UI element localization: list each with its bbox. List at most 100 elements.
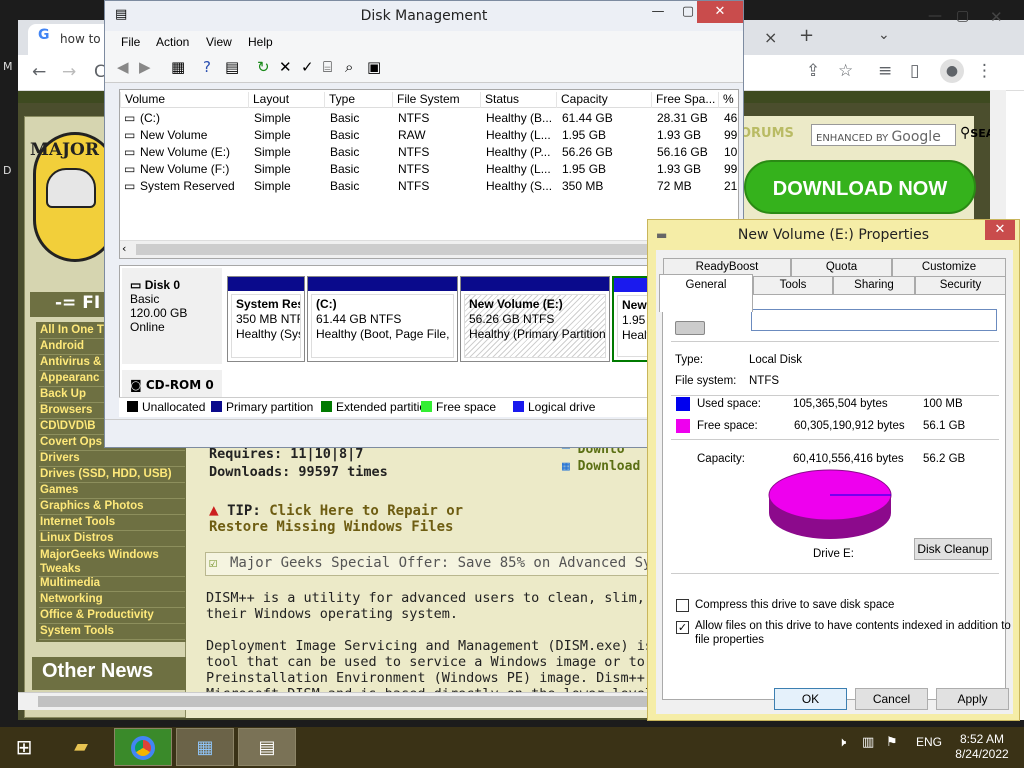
- maximize-button[interactable]: ▢: [956, 8, 969, 24]
- back-arrow-icon[interactable]: ◀: [117, 57, 129, 77]
- tab-search-button[interactable]: ⌄: [878, 27, 890, 43]
- volume-row[interactable]: ▭ New Volume Simple Basic RAW Healthy (L... 1.…: [120, 127, 738, 144]
- system-clock[interactable]: 8:52 AM 8/24/2022: [952, 732, 1012, 762]
- forums-link[interactable]: ORUMS: [740, 126, 794, 141]
- profile-avatar[interactable]: ●: [940, 59, 964, 83]
- volume-row[interactable]: ▭ New Volume (F:) Simple Basic NTFS Healthy (…: [120, 161, 738, 178]
- forward-button[interactable]: →: [62, 62, 76, 82]
- column-header[interactable]: Free Spa...: [651, 92, 715, 108]
- close-button[interactable]: ✕: [990, 8, 1003, 26]
- category-link[interactable]: Linux Distros: [39, 532, 185, 547]
- partition-c[interactable]: (C:) 61.44 GB NTFS Healthy (Boot, Page Fil…: [307, 276, 458, 362]
- minimize-button[interactable]: —: [928, 8, 942, 24]
- volume-cell-type: Basic: [330, 111, 360, 125]
- category-link[interactable]: Drives (SSD, HDD, USB): [39, 468, 185, 483]
- volume-muted-icon[interactable]: 🕨: [838, 735, 846, 750]
- column-header[interactable]: %: [718, 92, 734, 108]
- cancel-button[interactable]: Cancel: [855, 688, 928, 710]
- open-folder-icon[interactable]: ⌸: [323, 57, 332, 77]
- delete-icon[interactable]: ✕: [279, 57, 292, 77]
- chrome-taskbar-icon[interactable]: [114, 728, 172, 766]
- category-link[interactable]: Office & Productivity: [39, 609, 185, 624]
- close-button[interactable]: ✕: [697, 1, 743, 23]
- menu-kebab-icon[interactable]: ⋮: [976, 61, 993, 81]
- category-link[interactable]: Drivers: [39, 452, 185, 467]
- tab-quota[interactable]: Quota: [791, 258, 892, 276]
- share-icon[interactable]: ⇪: [806, 61, 820, 81]
- column-header[interactable]: File System: [392, 92, 460, 108]
- download-now-button[interactable]: DOWNLOAD NOW: [744, 160, 976, 214]
- category-link[interactable]: Internet Tools: [39, 516, 185, 531]
- new-tab-button[interactable]: +: [799, 25, 814, 46]
- disk-cleanup-button[interactable]: Disk Cleanup: [914, 538, 992, 560]
- category-link[interactable]: System Tools: [39, 625, 185, 640]
- column-header[interactable]: Status: [480, 92, 519, 108]
- category-link[interactable]: Networking: [39, 593, 185, 608]
- tab-sharing[interactable]: Sharing: [833, 276, 915, 294]
- list-horizontal-scrollbar[interactable]: ‹: [120, 240, 738, 258]
- scroll-left-icon[interactable]: ‹: [122, 242, 126, 255]
- scrollbar-thumb[interactable]: [38, 696, 658, 707]
- volume-label-input[interactable]: [751, 309, 997, 331]
- category-link[interactable]: Multimedia: [39, 577, 185, 592]
- network-icon[interactable]: ▥: [862, 735, 874, 750]
- column-header[interactable]: Volume: [120, 92, 165, 108]
- category-link[interactable]: MajorGeeks Windows Tweaks: [39, 548, 185, 577]
- legend-label: Primary partition: [226, 400, 314, 414]
- menu-file[interactable]: File: [121, 35, 140, 49]
- forward-arrow-icon[interactable]: ▶: [139, 57, 151, 77]
- disk-management-taskbar-icon[interactable]: ▤: [238, 728, 296, 766]
- control-panel-taskbar-icon[interactable]: ▦: [176, 728, 234, 766]
- column-header[interactable]: Layout: [248, 92, 289, 108]
- category-link[interactable]: Graphics & Photos: [39, 500, 185, 515]
- side-panel-icon[interactable]: ▯: [910, 61, 919, 81]
- settings-icon[interactable]: ▣: [367, 57, 381, 77]
- help-icon[interactable]: ?: [203, 57, 211, 77]
- tab-close-button[interactable]: ×: [764, 28, 777, 47]
- refresh-icon[interactable]: ↻: [257, 57, 270, 77]
- repair-link[interactable]: Click Here to Repair or: [269, 503, 463, 519]
- apply-button[interactable]: Apply: [936, 688, 1009, 710]
- partition-e-selected[interactable]: New Volume (E:) 56.26 GB NTFS Healthy (Pri…: [460, 276, 610, 362]
- scrollbar-thumb[interactable]: [136, 244, 676, 255]
- tab-customize[interactable]: Customize: [892, 258, 1006, 276]
- start-button[interactable]: ⊞: [0, 728, 48, 766]
- menu-help[interactable]: Help: [248, 35, 273, 49]
- file-explorer-taskbar-icon[interactable]: ▰: [52, 728, 110, 766]
- taskbar: ⊞ ▰ ▦ ▤ 🕨 ▥ ⚑ ENG 8:52 AM 8/24/2022: [0, 727, 1024, 768]
- tab-tools[interactable]: Tools: [753, 276, 833, 294]
- special-offer-banner[interactable]: ☑ Major Geeks Special Offer: Save 85% on…: [205, 552, 648, 576]
- minimize-button[interactable]: —: [641, 1, 675, 23]
- cdrom-0-info[interactable]: ◙ CD-ROM 0: [122, 370, 222, 400]
- reading-list-icon[interactable]: ≡: [878, 61, 892, 81]
- menu-view[interactable]: View: [206, 35, 232, 49]
- close-button[interactable]: ✕: [985, 220, 1015, 240]
- disk-name: ▭ Disk 0: [130, 278, 181, 292]
- search-icon[interactable]: ⌕: [345, 57, 353, 77]
- google-search-box[interactable]: ENHANCED BY Google: [811, 124, 956, 146]
- menu-action[interactable]: Action: [156, 35, 189, 49]
- volume-row[interactable]: ▭ System Reserved Simple Basic NTFS Healthy (…: [120, 178, 738, 195]
- partition-system-reserved[interactable]: System Res 350 MB NTF Healthy (Sys: [227, 276, 305, 362]
- download-link-2[interactable]: ▦ Download: [562, 459, 652, 474]
- column-header[interactable]: Capacity: [556, 92, 608, 108]
- bookmark-star-icon[interactable]: ☆: [838, 61, 853, 81]
- category-link[interactable]: Games: [39, 484, 185, 499]
- index-checkbox[interactable]: ✓: [676, 621, 689, 634]
- ok-button[interactable]: OK: [774, 688, 847, 710]
- volume-row[interactable]: ▭ (C:) Simple Basic NTFS Healthy (B... 61.44 G…: [120, 110, 738, 127]
- compress-label: Compress this drive to save disk space: [695, 599, 895, 611]
- column-header[interactable]: Type: [324, 92, 355, 108]
- console-tree-icon[interactable]: ▦: [171, 57, 185, 77]
- tab-security[interactable]: Security: [915, 276, 1006, 294]
- disk-0-info[interactable]: ▭ Disk 0 Basic 120.00 GB Online: [122, 268, 222, 364]
- volume-row[interactable]: ▭ New Volume (E:) Simple Basic NTFS Healthy (…: [120, 144, 738, 161]
- tab-general[interactable]: General: [659, 274, 753, 312]
- compress-checkbox[interactable]: [676, 599, 689, 612]
- check-icon[interactable]: ✓: [301, 57, 314, 77]
- properties-icon[interactable]: ▤: [225, 57, 239, 77]
- language-indicator[interactable]: ENG: [916, 735, 942, 749]
- repair-link-2[interactable]: Restore Missing Windows Files: [209, 519, 453, 535]
- back-button[interactable]: ←: [32, 62, 46, 82]
- flag-icon[interactable]: ⚑: [886, 735, 898, 750]
